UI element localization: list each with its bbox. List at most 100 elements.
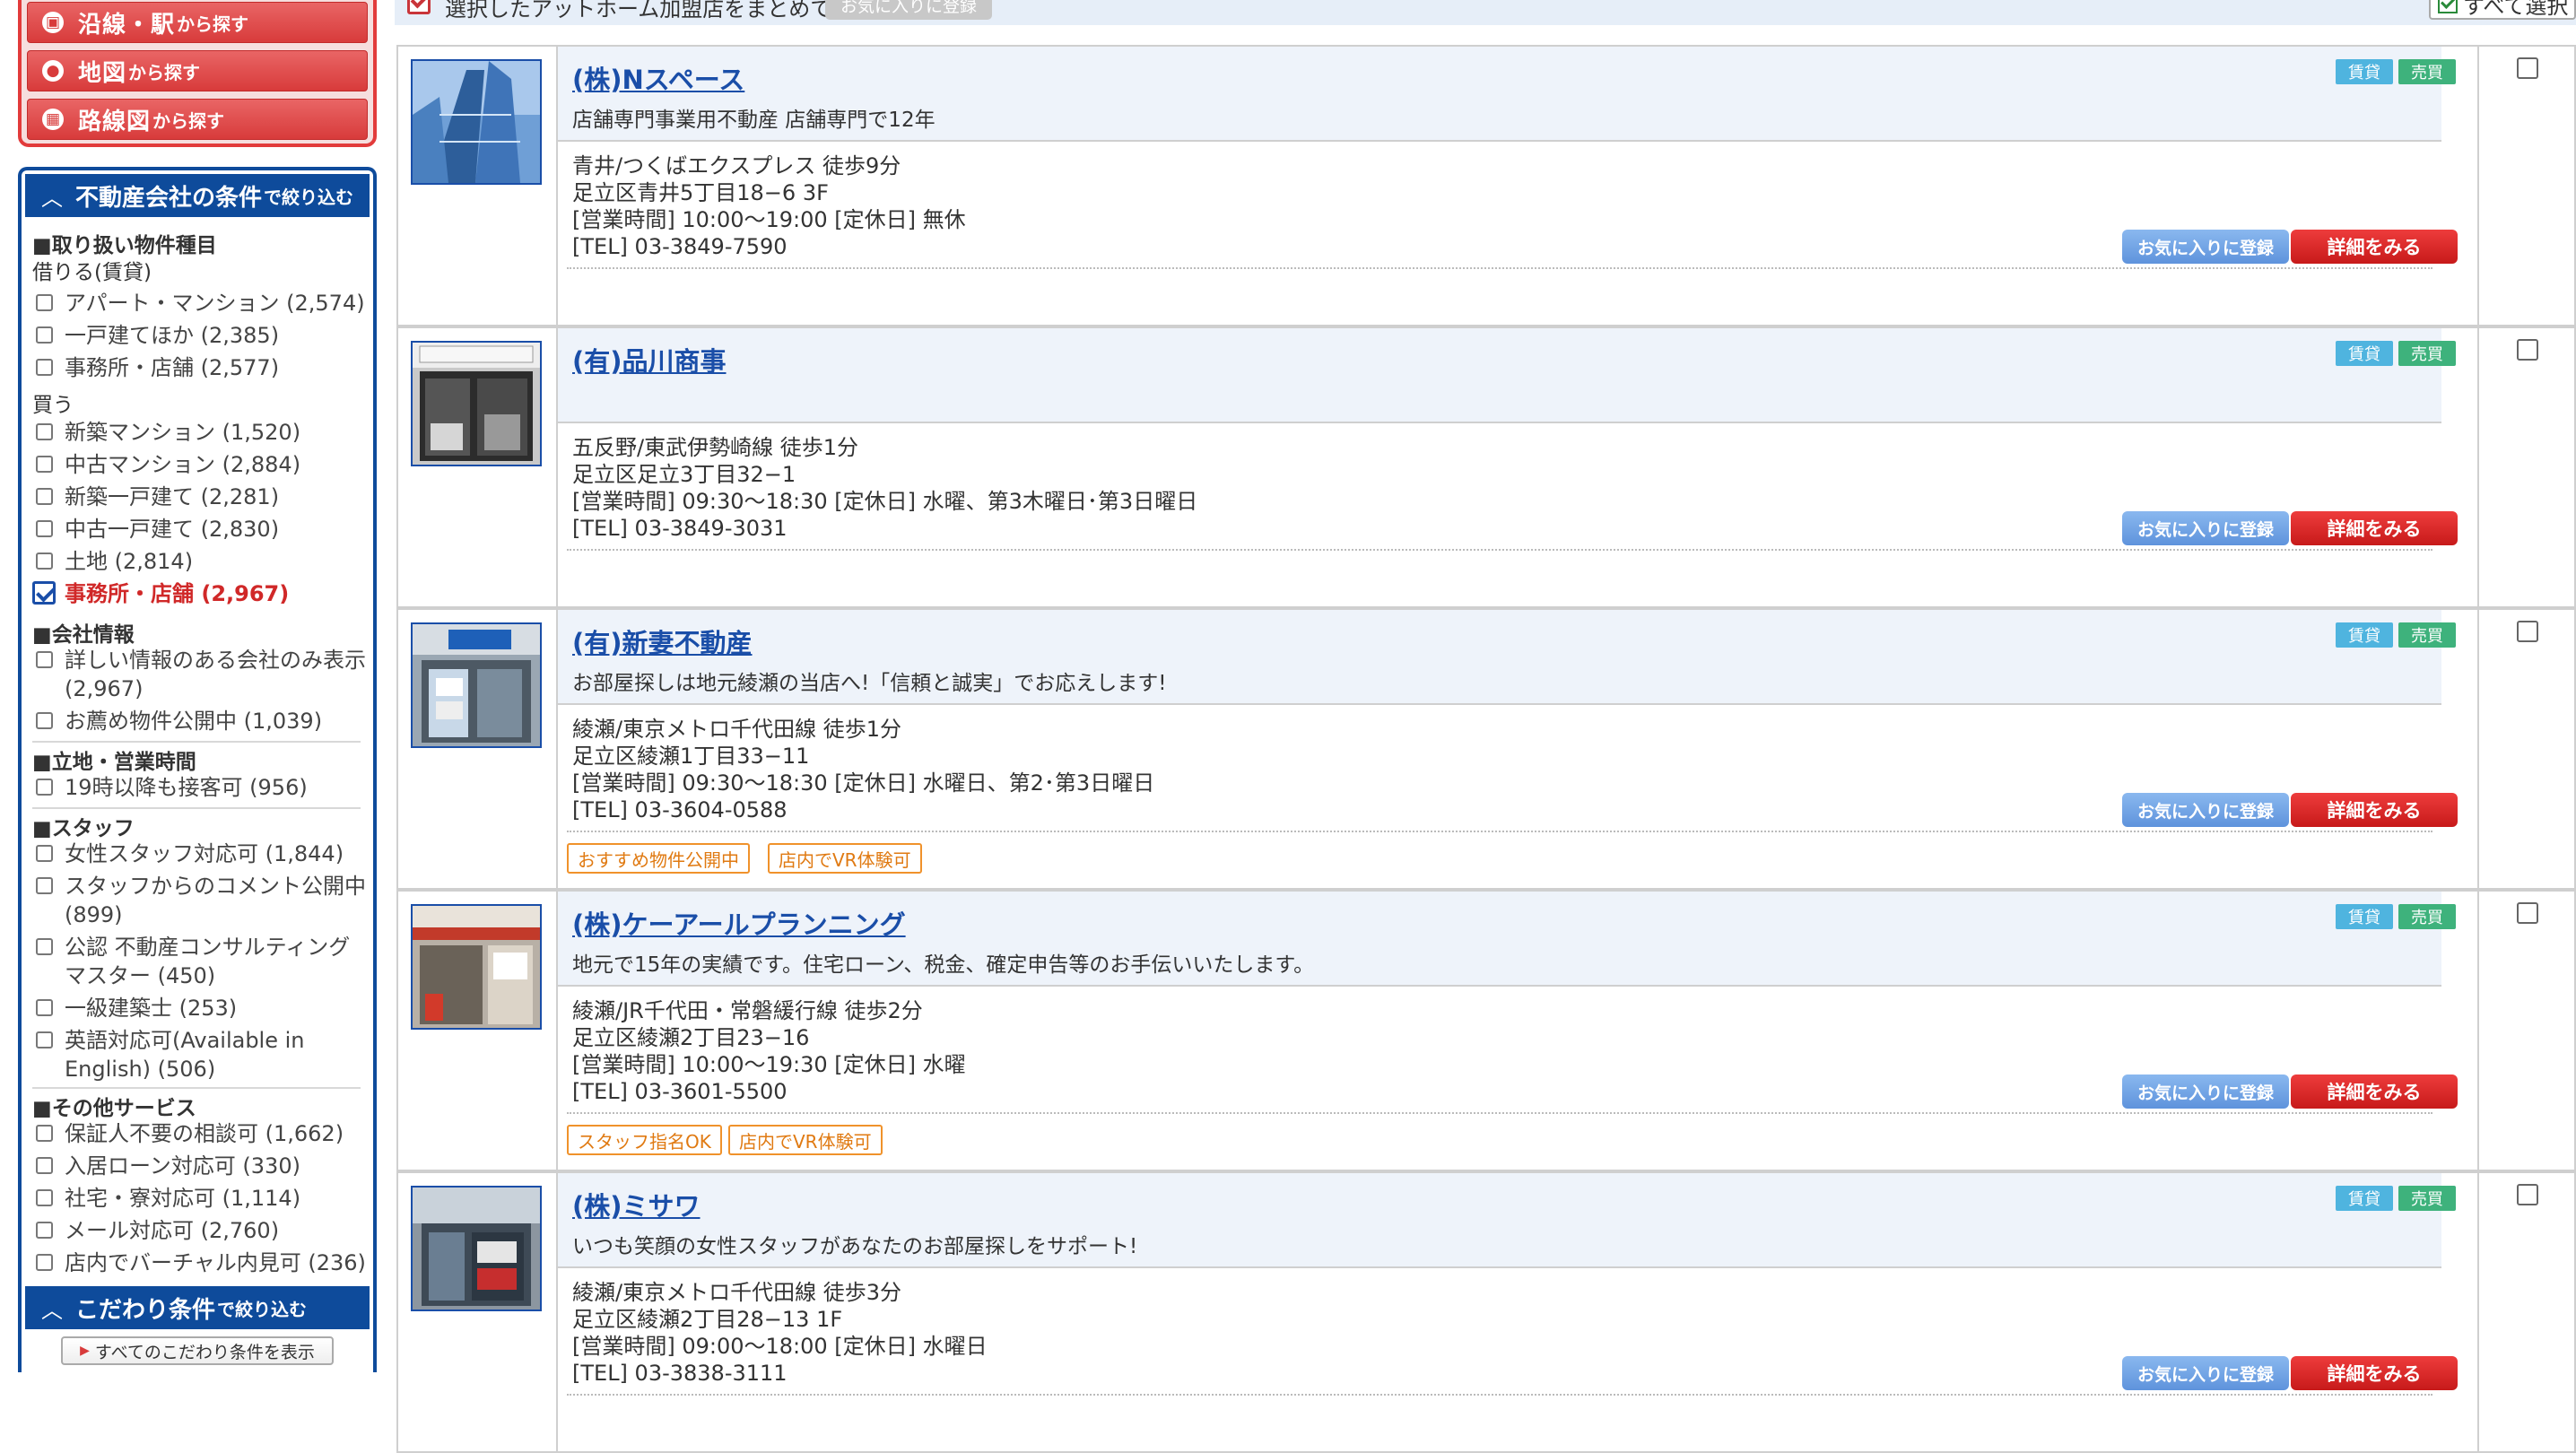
checkbox[interactable]: [36, 294, 53, 311]
filter-buy-new-house[interactable]: 新築一戸建て (2,281): [32, 483, 368, 511]
checkmark-icon: [2438, 0, 2458, 13]
checkbox[interactable]: [36, 552, 53, 570]
filter-label: 新築一戸建て (2,281): [65, 484, 280, 509]
company-name-link[interactable]: (株)Nスペース: [572, 59, 744, 97]
checkbox[interactable]: [36, 999, 53, 1016]
view-details-button[interactable]: 詳細をみる: [2291, 1356, 2458, 1390]
section-other-services: ■その他サービス: [32, 1097, 196, 1120]
company-name-link[interactable]: (有)新妻不動産: [572, 622, 753, 660]
search-button-label: 地図: [78, 59, 127, 87]
filter-label: 新築マンション (1,520): [65, 420, 301, 445]
filter-english[interactable]: 英語対応可(Available in English) (506): [32, 1026, 368, 1083]
show-all-conditions-button[interactable]: ▶ すべてのこだわり条件を表示: [61, 1336, 334, 1365]
filter-rent-apartment[interactable]: アパート・マンション (2,574): [32, 289, 368, 318]
select-all-button[interactable]: すべて選択: [2429, 0, 2576, 20]
checkbox[interactable]: [36, 520, 53, 537]
filter-label: 一級建築士 (253): [65, 996, 238, 1021]
checkbox[interactable]: [36, 326, 53, 344]
filter-move-in-loan[interactable]: 入居ローン対応可 (330): [32, 1152, 368, 1180]
company-filter-header[interactable]: ︿ 不動産会社の条件 で絞り込む: [25, 174, 370, 217]
view-details-button[interactable]: 詳細をみる: [2291, 793, 2458, 827]
add-favorite-button[interactable]: お気に入りに登録: [2122, 230, 2289, 264]
checkbox[interactable]: [36, 845, 53, 862]
checkbox[interactable]: [36, 779, 53, 796]
filter-buy-used-house[interactable]: 中古一戸建て (2,830): [32, 515, 368, 544]
shop-photo[interactable]: [411, 904, 542, 1030]
shop-photo[interactable]: [411, 59, 542, 185]
checkbox[interactable]: [36, 423, 53, 440]
business-hours: [営業時間] 10:00〜19:30 [定休日] 水曜: [572, 1052, 966, 1077]
checkbox[interactable]: [36, 712, 53, 729]
checkbox[interactable]: [36, 877, 53, 894]
checkbox[interactable]: [36, 488, 53, 505]
shop-photo[interactable]: [411, 622, 542, 748]
view-details-button[interactable]: 詳細をみる: [2291, 511, 2458, 545]
checkbox[interactable]: [36, 938, 53, 955]
select-checkbox[interactable]: [2517, 621, 2538, 642]
filter-after-19[interactable]: 19時以降も接客可 (956): [32, 773, 368, 802]
filter-rent-house[interactable]: 一戸建てほか (2,385): [32, 321, 368, 350]
add-favorite-button[interactable]: お気に入りに登録: [2122, 1075, 2289, 1109]
filter-consulting-master[interactable]: 公認 不動産コンサルティングマスター (450): [32, 933, 368, 990]
checkbox[interactable]: [36, 1254, 53, 1271]
search-by-route-map-button[interactable]: ▦ 路線図 から探す: [27, 99, 368, 140]
divider: [567, 549, 2432, 551]
select-checkbox[interactable]: [2517, 339, 2538, 361]
filter-email[interactable]: メール対応可 (2,760): [32, 1216, 368, 1245]
column-divider: [2477, 328, 2479, 606]
filter-detailed-info[interactable]: 詳しい情報のある会社のみ表示 (2,967): [32, 646, 368, 703]
view-details-button[interactable]: 詳細をみる: [2291, 230, 2458, 264]
divider: [567, 1112, 2432, 1114]
filter-virtual-viewing[interactable]: 店内でバーチャル内見可 (236): [32, 1249, 368, 1277]
checkbox[interactable]: [36, 1125, 53, 1142]
add-favorite-button[interactable]: お気に入りに登録: [2122, 511, 2289, 545]
filter-staff-comment[interactable]: スタッフからのコメント公開中 (899): [32, 872, 368, 929]
filter-buy-new-mansion[interactable]: 新築マンション (1,520): [32, 418, 368, 447]
checkbox[interactable]: [36, 1031, 53, 1048]
add-favorite-button[interactable]: お気に入りに登録: [2122, 793, 2289, 827]
batch-checkbox[interactable]: [407, 0, 431, 14]
select-checkbox[interactable]: [2517, 57, 2538, 79]
checkbox[interactable]: [36, 1189, 53, 1206]
checkbox-checked[interactable]: [32, 581, 56, 605]
checkbox[interactable]: [36, 1157, 53, 1174]
select-checkbox[interactable]: [2517, 902, 2538, 924]
divider: [567, 267, 2432, 269]
checkbox[interactable]: [36, 359, 53, 376]
filter-label: 詳しい情報のある会社のみ表示 (2,967): [65, 648, 366, 701]
filter-buy-land[interactable]: 土地 (2,814): [32, 547, 368, 576]
filter-label: スタッフからのコメント公開中 (899): [65, 874, 366, 927]
filter-label: 事務所・店舗 (2,967): [65, 581, 290, 606]
listing-header: (株)ミサワ いつも笑顔の女性スタッフがあなたのお部屋探しをサポート! 賃貸 売…: [558, 1173, 2456, 1268]
company-name-link[interactable]: (株)ミサワ: [572, 1186, 701, 1223]
feature-badge: スタッフ指名OK: [567, 1125, 722, 1155]
shop-photo[interactable]: [411, 341, 542, 466]
thumbnail-column: [398, 610, 558, 888]
search-by-line-station-button[interactable]: ▣ 沿線・駅 から探す: [27, 2, 368, 43]
catch-copy: 店舗専門事業用不動産 店舗専門で12年: [572, 109, 936, 132]
checkbox[interactable]: [36, 456, 53, 473]
filter-buy-used-mansion[interactable]: 中古マンション (2,884): [32, 450, 368, 479]
filter-rent-office-store[interactable]: 事務所・店舗 (2,577): [32, 353, 368, 382]
company-name-link[interactable]: (株)ケーアールプランニング: [572, 904, 906, 942]
batch-favorite-button[interactable]: お気に入りに登録: [825, 0, 992, 20]
checkbox[interactable]: [36, 651, 53, 668]
add-favorite-button[interactable]: お気に入りに登録: [2122, 1356, 2289, 1390]
company-name-link[interactable]: (有)品川商事: [572, 341, 727, 378]
filter-no-guarantor[interactable]: 保証人不要の相談可 (1,662): [32, 1119, 368, 1148]
search-by-map-button[interactable]: ● 地図 から探す: [27, 50, 368, 91]
search-button-label: 路線図: [78, 108, 152, 135]
checkbox[interactable]: [36, 1222, 53, 1239]
filter-company-housing[interactable]: 社宅・寮対応可 (1,114): [32, 1184, 368, 1213]
train-icon: ▣: [42, 12, 64, 33]
shop-photo[interactable]: [411, 1186, 542, 1311]
kodawari-filter-header[interactable]: ︿ こだわり条件 で絞り込む: [25, 1286, 370, 1329]
batch-action-bar: 選択したアットホーム加盟店をまとめて お気に入りに登録 すべて選択: [395, 0, 2576, 25]
view-details-button[interactable]: 詳細をみる: [2291, 1075, 2458, 1109]
rent-badge: 賃貸: [2336, 59, 2393, 84]
filter-recommended[interactable]: お薦め物件公開中 (1,039): [32, 707, 368, 735]
filter-buy-office-store[interactable]: 事務所・店舗 (2,967): [32, 579, 368, 608]
filter-architect[interactable]: 一級建築士 (253): [32, 994, 368, 1022]
filter-female-staff[interactable]: 女性スタッフ対応可 (1,844): [32, 840, 368, 868]
select-checkbox[interactable]: [2517, 1184, 2538, 1205]
